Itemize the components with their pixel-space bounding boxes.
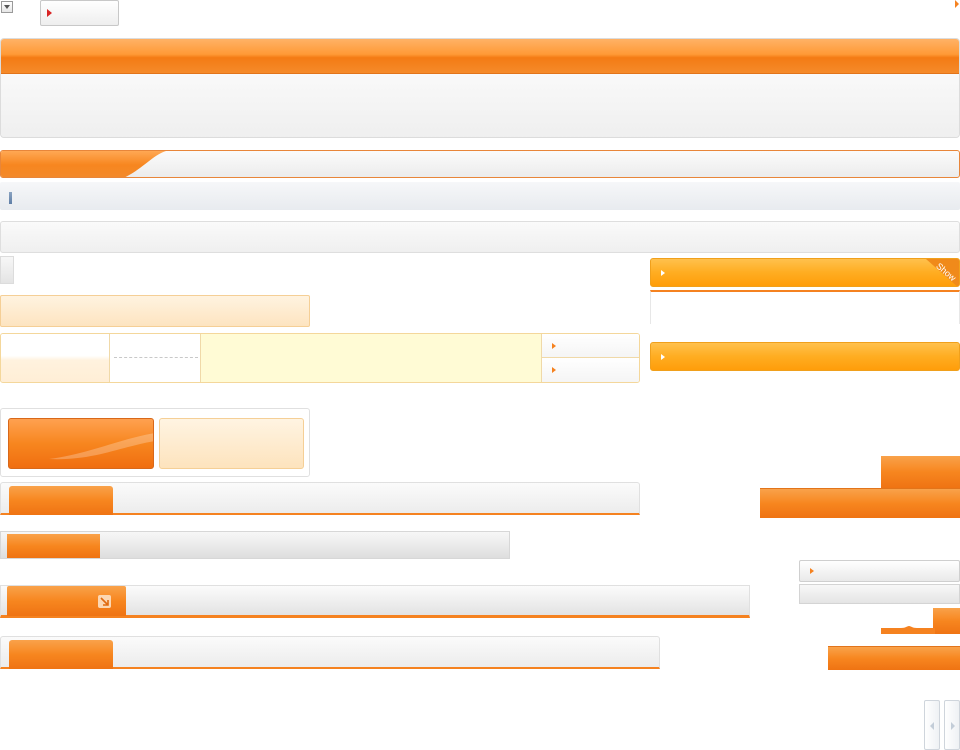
sidebar-panel-header-1[interactable]: Show: [650, 258, 960, 287]
tab-c-active[interactable]: [9, 640, 113, 669]
orange-block-wide[interactable]: [760, 488, 960, 518]
expand-arrow-glyph: [100, 597, 109, 606]
active-tab-shape: [1, 151, 166, 177]
callout-row-2[interactable]: [542, 358, 639, 382]
chevron-down-icon: [4, 5, 10, 9]
text-cursor-icon: [9, 192, 12, 204]
tab-strip: [0, 150, 960, 178]
callout-right-column: [541, 334, 639, 382]
tab-a-active[interactable]: [9, 486, 113, 515]
callout-cell-left: [1, 334, 109, 382]
toolbar-bar: [0, 221, 960, 253]
header-bar: [1, 39, 959, 74]
tab-strip-shape: [1, 151, 166, 177]
highlight-bar: [0, 295, 310, 327]
play-arrow-icon: [47, 9, 52, 17]
bullet-arrow-icon: [810, 568, 814, 574]
progress-fill: [7, 534, 100, 558]
corner-arrow-icon[interactable]: [955, 0, 959, 8]
play-arrow-icon: [661, 270, 665, 276]
list-item-arrow[interactable]: [799, 560, 960, 582]
ui-skin-sprite: Show: [0, 0, 960, 750]
list-item-plain[interactable]: [799, 584, 960, 604]
header-body: [1, 74, 959, 137]
orange-block-small[interactable]: [881, 456, 960, 488]
orange-tab-small[interactable]: [933, 608, 960, 634]
orange-notch: [881, 626, 935, 634]
bullet-arrow-icon: [552, 343, 556, 349]
chevron-right-icon: [951, 722, 955, 730]
primary-button[interactable]: [8, 418, 154, 469]
progress-track: [0, 531, 510, 559]
tab-b-active[interactable]: [7, 586, 126, 616]
play-button[interactable]: [40, 0, 119, 26]
prev-page-button[interactable]: [924, 700, 940, 750]
search-bar[interactable]: [0, 182, 960, 210]
bullet-arrow-icon: [552, 367, 556, 373]
secondary-button[interactable]: [159, 418, 304, 469]
sidebar-panel-header-2[interactable]: [650, 342, 960, 371]
callout-divider: [114, 357, 198, 358]
button-gloss: [49, 433, 153, 460]
callout-panel: [0, 333, 640, 383]
corner-ribbon: Show: [926, 259, 959, 286]
chevron-left-icon: [930, 722, 934, 730]
tab-bar-c: [0, 636, 660, 669]
orange-bar-right[interactable]: [828, 646, 960, 670]
tab-bar-b: [0, 585, 750, 618]
callout-cell-mid: [109, 334, 201, 382]
play-arrow-icon: [661, 354, 665, 360]
dropdown-toggle[interactable]: [1, 1, 13, 13]
sidebar-panel-body-1: [650, 290, 960, 324]
button-group: [0, 408, 310, 477]
tab-bar-a: [0, 482, 640, 515]
small-tab[interactable]: [0, 256, 14, 284]
expand-arrow-icon[interactable]: [98, 595, 111, 608]
header-panel: [0, 38, 960, 138]
next-page-button[interactable]: [944, 700, 960, 750]
callout-row-1[interactable]: [542, 334, 639, 358]
